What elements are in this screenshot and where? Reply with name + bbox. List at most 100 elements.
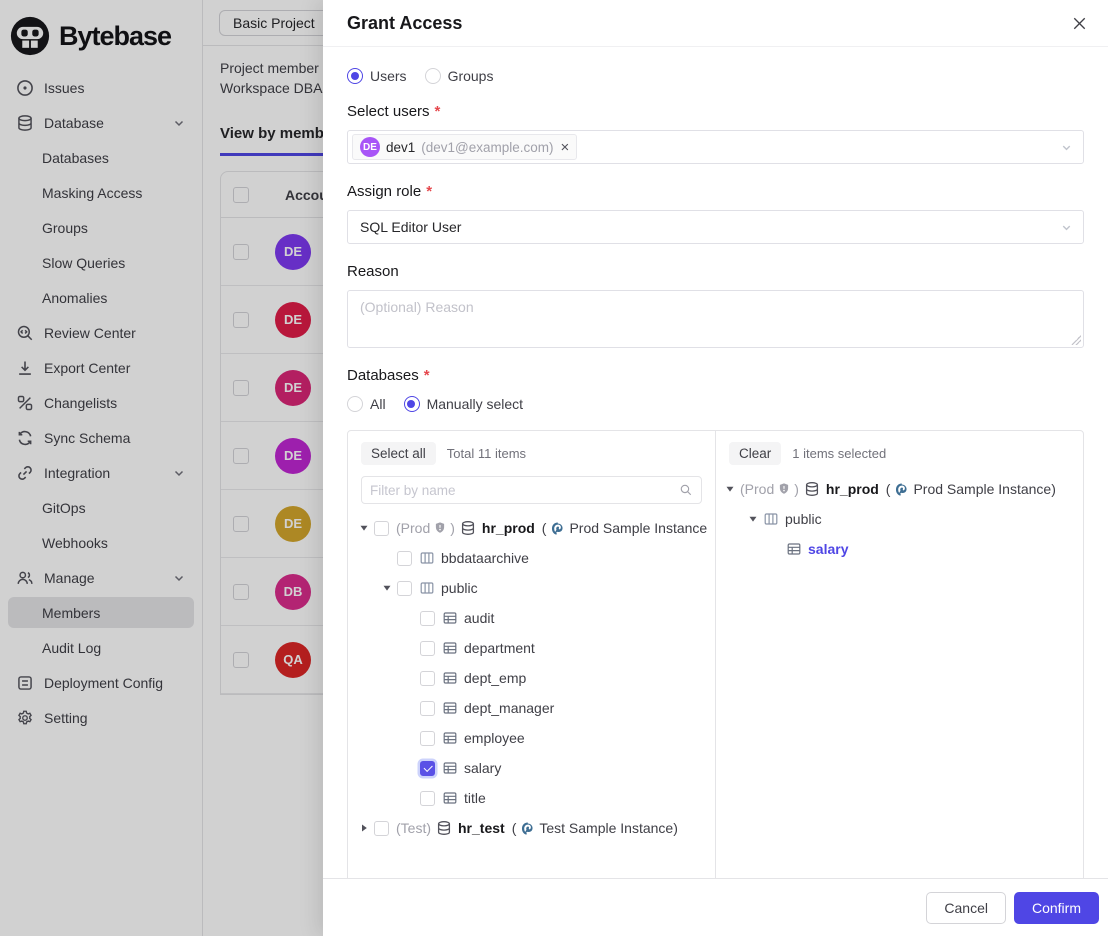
- user-tag-avatar: DE: [360, 137, 380, 157]
- table-icon: [442, 760, 458, 776]
- database-icon: [436, 820, 452, 836]
- radio-groups-control[interactable]: [425, 68, 441, 84]
- node-name: dept_emp: [464, 670, 526, 686]
- caret-spacer: [402, 760, 418, 776]
- tree-node-hr-prod[interactable]: (Prod) hr_prod (Prod Sample Instance): [716, 474, 1083, 504]
- node-name: hr_prod: [482, 520, 535, 536]
- pg-icon: [894, 482, 909, 497]
- tree-node-dept-manager[interactable]: dept_manager: [348, 693, 715, 723]
- radio-all-control[interactable]: [347, 396, 363, 412]
- tree-node-public[interactable]: public: [348, 573, 715, 603]
- caret-down-icon[interactable]: [379, 580, 395, 596]
- node-name: dept_manager: [464, 700, 554, 716]
- reason-label: Reason: [347, 263, 1084, 280]
- chevron-down-icon: [1060, 221, 1073, 234]
- tree-node-department[interactable]: department: [348, 633, 715, 663]
- tree-checkbox[interactable]: [420, 791, 435, 806]
- table-icon: [442, 790, 458, 806]
- caret-right-icon[interactable]: [356, 820, 372, 836]
- database-picker: Select all Total 11 items (Prod)hr_prod(…: [347, 430, 1084, 878]
- node-name: public: [441, 580, 478, 596]
- tree-node-title[interactable]: title: [348, 783, 715, 813]
- filter-input-wrap: [361, 476, 702, 504]
- instance-label: (Prod Sample Instance): [886, 481, 1056, 497]
- caret-down-icon[interactable]: [356, 520, 372, 536]
- clear-button[interactable]: Clear: [729, 442, 781, 465]
- tree-checkbox[interactable]: [397, 581, 412, 596]
- tree-node-employee[interactable]: employee: [348, 723, 715, 753]
- tree-node-bbdataarchive[interactable]: bbdataarchive: [348, 543, 715, 573]
- caret-down-icon[interactable]: [745, 511, 761, 527]
- assign-role-label: Assign role*: [347, 183, 1084, 200]
- radio-manually-select-control[interactable]: [404, 396, 420, 412]
- node-name: salary: [808, 541, 848, 557]
- tree-checkbox[interactable]: [420, 701, 435, 716]
- required-asterisk: *: [426, 183, 432, 200]
- schema-icon: [419, 550, 435, 566]
- cancel-button[interactable]: Cancel: [926, 892, 1006, 924]
- tree-checkbox[interactable]: [420, 671, 435, 686]
- reason-textarea[interactable]: (Optional) Reason: [347, 290, 1084, 348]
- tree-node-salary[interactable]: salary: [348, 753, 715, 783]
- filter-input[interactable]: [370, 483, 673, 498]
- select-users-label: Select users*: [347, 103, 1084, 120]
- tree-node-hr-test[interactable]: (Test)hr_test(Test Sample Instance): [348, 813, 715, 843]
- radio-groups[interactable]: Groups: [425, 68, 494, 84]
- node-name: salary: [464, 760, 501, 776]
- total-items-label: Total 11 items: [447, 446, 526, 461]
- instance-label: (Prod Sample Instance: [542, 520, 707, 536]
- tree-checkbox[interactable]: [420, 641, 435, 656]
- tree-checkbox[interactable]: [420, 761, 435, 776]
- grant-access-dialog: Grant Access Users Groups Select users* …: [323, 0, 1108, 936]
- instance-label: (Test Sample Instance): [512, 820, 678, 836]
- remove-tag-icon[interactable]: ×: [561, 140, 570, 155]
- selected-tree: (Prod) hr_prod (Prod Sample Instance) publi…: [716, 474, 1083, 564]
- dialog-header: Grant Access: [323, 0, 1108, 47]
- schema-icon: [419, 580, 435, 596]
- radio-users[interactable]: Users: [347, 68, 407, 84]
- caret-down-icon[interactable]: [722, 481, 738, 497]
- shield-icon: [433, 521, 447, 535]
- radio-all-databases[interactable]: All: [347, 396, 386, 412]
- caret-spacer: [768, 541, 784, 557]
- table-icon: [442, 640, 458, 656]
- tree-checkbox[interactable]: [420, 611, 435, 626]
- tree-checkbox[interactable]: [374, 521, 389, 536]
- select-users-input[interactable]: DE dev1 (dev1@example.com) ×: [347, 130, 1084, 164]
- tree-node-public[interactable]: public: [716, 504, 1083, 534]
- tree-node-salary[interactable]: salary: [716, 534, 1083, 564]
- environment-label: (Prod): [740, 481, 799, 497]
- caret-spacer: [402, 670, 418, 686]
- radio-manually-select[interactable]: Manually select: [404, 396, 524, 412]
- tree-checkbox[interactable]: [374, 821, 389, 836]
- tree-checkbox[interactable]: [420, 731, 435, 746]
- node-name: employee: [464, 730, 525, 746]
- radio-users-control[interactable]: [347, 68, 363, 84]
- close-icon[interactable]: [1068, 12, 1090, 34]
- dialog-title: Grant Access: [347, 13, 462, 34]
- assign-role-select[interactable]: SQL Editor User: [347, 210, 1084, 244]
- node-name: hr_prod: [826, 481, 879, 497]
- dialog-body: Users Groups Select users* DE dev1 (dev1…: [323, 47, 1108, 878]
- node-name: hr_test: [458, 820, 505, 836]
- tree-node-dept-emp[interactable]: dept_emp: [348, 663, 715, 693]
- caret-spacer: [402, 730, 418, 746]
- reason-placeholder: (Optional) Reason: [360, 299, 474, 315]
- member-type-radios: Users Groups: [347, 68, 1084, 84]
- required-asterisk: *: [435, 103, 441, 120]
- select-all-button[interactable]: Select all: [361, 442, 436, 465]
- resize-grip[interactable]: [1071, 335, 1081, 345]
- tree-checkbox[interactable]: [397, 551, 412, 566]
- node-name: public: [785, 511, 822, 527]
- tree-node-audit[interactable]: audit: [348, 603, 715, 633]
- table-icon: [442, 730, 458, 746]
- search-icon: [679, 483, 693, 497]
- database-tree: (Prod)hr_prod(Prod Sample Instancebbdata…: [348, 513, 715, 843]
- caret-spacer: [379, 550, 395, 566]
- pg-icon: [550, 521, 565, 536]
- node-name: audit: [464, 610, 494, 626]
- caret-spacer: [402, 640, 418, 656]
- tree-node-hr-prod[interactable]: (Prod)hr_prod(Prod Sample Instance: [348, 513, 715, 543]
- confirm-button[interactable]: Confirm: [1014, 892, 1099, 924]
- chevron-down-icon: [1060, 141, 1073, 154]
